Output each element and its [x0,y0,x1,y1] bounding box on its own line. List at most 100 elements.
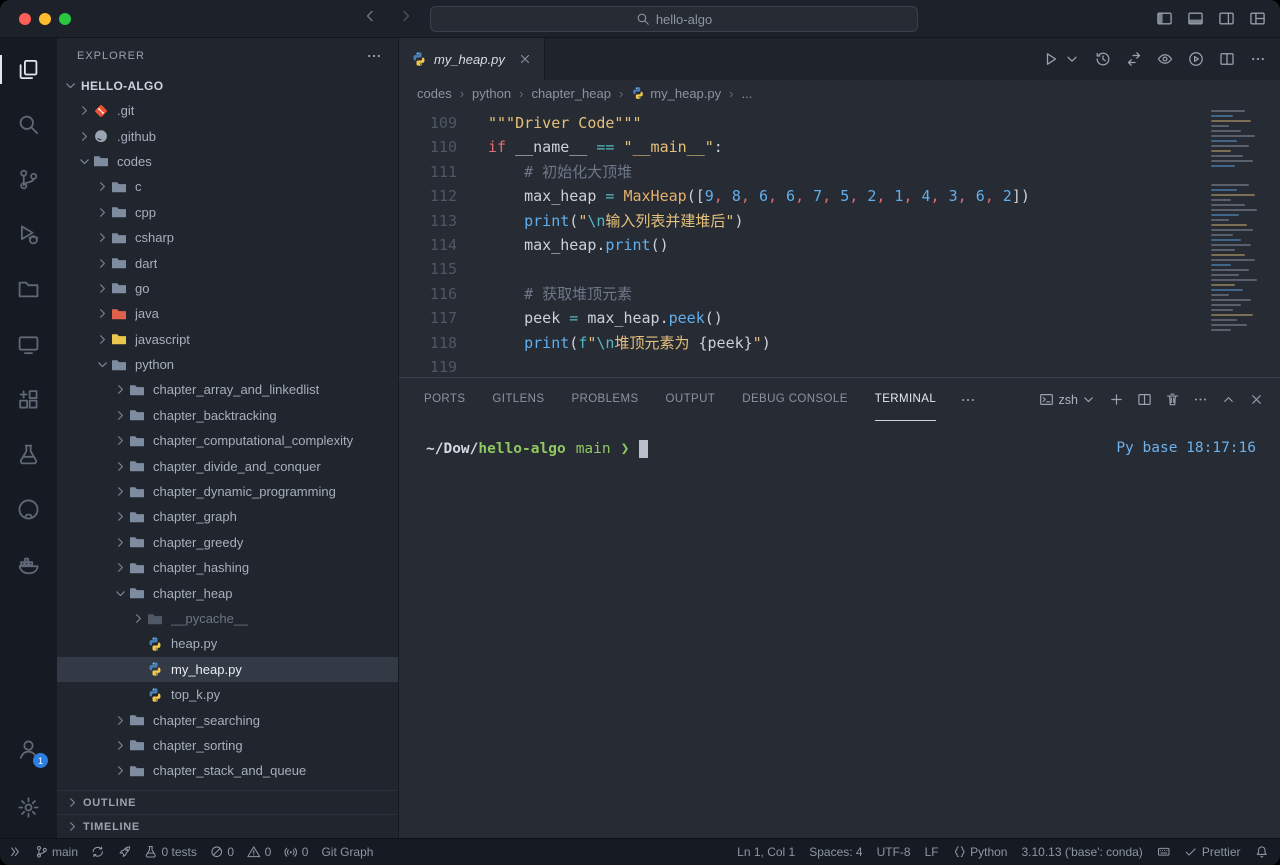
tree-item-go[interactable]: go [57,276,398,301]
activitybar-explorer[interactable] [0,42,57,97]
breadcrumb-python[interactable]: python [472,86,511,101]
layout-panel-icon[interactable] [1187,10,1204,27]
launch-profile[interactable]: zsh [1039,392,1078,407]
panel-tabs-overflow-icon[interactable] [960,392,976,408]
testing-status[interactable]: 0 tests [144,845,197,859]
activitybar-accounts[interactable]: 1 [0,722,57,777]
layout-grid-icon[interactable] [1249,10,1266,27]
split-editor[interactable] [1219,51,1235,67]
git-graph[interactable]: Git Graph [321,845,373,859]
new-terminal[interactable] [1109,392,1124,407]
tree-item-javascript[interactable]: javascript [57,327,398,352]
tree-item-git[interactable]: .git [57,98,398,123]
run-python-file[interactable] [1043,51,1059,67]
forwarded-ports[interactable]: 0 [284,845,308,859]
tree-item-cpp[interactable]: cpp [57,200,398,225]
breadcrumb-codes[interactable]: codes [417,86,452,101]
indentation[interactable]: Spaces: 4 [809,845,862,859]
kill-terminal[interactable] [1165,392,1180,407]
activitybar-remote-explorer[interactable] [0,317,57,372]
tree-item-chapter-array-and-linkedlist[interactable]: chapter_array_and_linkedlist [57,377,398,402]
tree-item-chapter-hashing[interactable]: chapter_hashing [57,555,398,580]
code-editor[interactable]: 109"""Driver Code"""110if __name__ == "_… [399,106,1280,377]
breadcrumb-chapter-heap[interactable]: chapter_heap [531,86,611,101]
activitybar-extensions[interactable] [0,372,57,427]
activitybar-github[interactable] [0,482,57,537]
tree-root-hello-algo[interactable]: HELLO-ALGO [57,73,398,98]
minimize-window-button[interactable] [39,13,51,25]
tree-item-c[interactable]: c [57,174,398,199]
tree-item-csharp[interactable]: csharp [57,225,398,250]
problems-warnings[interactable]: 0 [247,845,271,859]
maximize-panel[interactable] [1221,392,1236,407]
tree-item-github[interactable]: .github [57,123,398,148]
close-window-button[interactable] [19,13,31,25]
extension-status[interactable] [1157,845,1171,859]
git-branch[interactable]: main [35,845,79,859]
profile-dropdown[interactable] [1081,392,1096,407]
python-interpreter[interactable]: 3.10.13 ('base': conda) [1021,845,1142,859]
file-history[interactable] [1095,51,1111,67]
breadcrumb-[interactable]: ... [741,86,752,101]
cursor-position[interactable]: Ln 1, Col 1 [737,845,795,859]
editor-tab-my-heap-py[interactable]: my_heap.py [399,38,545,80]
activitybar-settings[interactable] [0,780,57,835]
notifications[interactable] [1255,845,1269,859]
encoding[interactable]: UTF-8 [877,845,911,859]
terminal[interactable]: ~/Dow/hello-algomain❯ Py base 18:17:16 [399,421,1280,838]
close-panel[interactable] [1249,392,1264,407]
tree-item-chapter-backtracking[interactable]: chapter_backtracking [57,403,398,428]
tree-item-chapter-computational-complexity[interactable]: chapter_computational_complexity [57,428,398,453]
panel-tab-terminal[interactable]: TERMINAL [875,378,936,421]
panel-tab-problems[interactable]: PROBLEMS [571,378,638,421]
tree-item-my-heap-py[interactable]: my_heap.py [57,657,398,682]
panel-tab-ports[interactable]: PORTS [424,378,465,421]
go-forward-button[interactable] [398,8,414,29]
tree-item-chapter-divide-and-conquer[interactable]: chapter_divide_and_conquer [57,453,398,478]
layout-sidebar-left-icon[interactable] [1156,10,1173,27]
split-terminal[interactable] [1137,392,1152,407]
breadcrumb-my-heap-py[interactable]: my_heap.py [631,86,721,101]
gitlens-graph[interactable] [1188,51,1204,67]
panel-tab-debug-console[interactable]: DEBUG CONSOLE [742,378,848,421]
tree-item-chapter-sorting[interactable]: chapter_sorting [57,733,398,758]
run-options[interactable] [1064,51,1080,67]
tree-item-dart[interactable]: dart [57,250,398,275]
section-outline[interactable]: OUTLINE [57,790,398,814]
activitybar-run-and-debug[interactable] [0,207,57,262]
git-sync[interactable] [91,845,105,859]
gitlens-launchpad[interactable] [118,845,132,859]
tree-item-chapter-searching[interactable]: chapter_searching [57,707,398,732]
tree-item-chapter-graph[interactable]: chapter_graph [57,504,398,529]
tree-item-heap-py[interactable]: heap.py [57,631,398,656]
tree-item-java[interactable]: java [57,301,398,326]
activitybar-docker[interactable] [0,537,57,592]
prettier[interactable]: Prettier [1184,845,1240,859]
minimap[interactable] [1211,110,1275,334]
tree-item-python[interactable]: python [57,352,398,377]
eol[interactable]: LF [925,845,939,859]
more-actions[interactable] [1250,51,1266,67]
tree-item-chapter-heap[interactable]: chapter_heap [57,580,398,605]
tree-item-top-k-py[interactable]: top_k.py [57,682,398,707]
problems-errors[interactable]: 0 [210,845,234,859]
tree-item-chapter-greedy[interactable]: chapter_greedy [57,530,398,555]
activitybar-folders[interactable] [0,262,57,317]
open-changes[interactable] [1126,51,1142,67]
close-tab-icon[interactable] [518,52,532,66]
layout-sidebar-right-icon[interactable] [1218,10,1235,27]
more-actions-icon[interactable] [366,48,382,64]
activitybar-source-control[interactable] [0,152,57,207]
zoom-window-button[interactable] [59,13,71,25]
terminal-more-actions[interactable] [1193,392,1208,407]
tree-item-codes[interactable]: codes [57,149,398,174]
language-mode[interactable]: Python [953,845,1008,859]
toggle-blame[interactable] [1157,51,1173,67]
panel-tab-gitlens[interactable]: GITLENS [492,378,544,421]
tree-item-chapter-stack-and-queue[interactable]: chapter_stack_and_queue [57,758,398,783]
panel-tab-output[interactable]: OUTPUT [666,378,716,421]
command-center-search[interactable]: hello-algo [430,6,918,32]
tree-item-chapter-dynamic-programming[interactable]: chapter_dynamic_programming [57,479,398,504]
go-back-button[interactable] [362,8,378,29]
tree-item-pycache[interactable]: __pycache__ [57,606,398,631]
